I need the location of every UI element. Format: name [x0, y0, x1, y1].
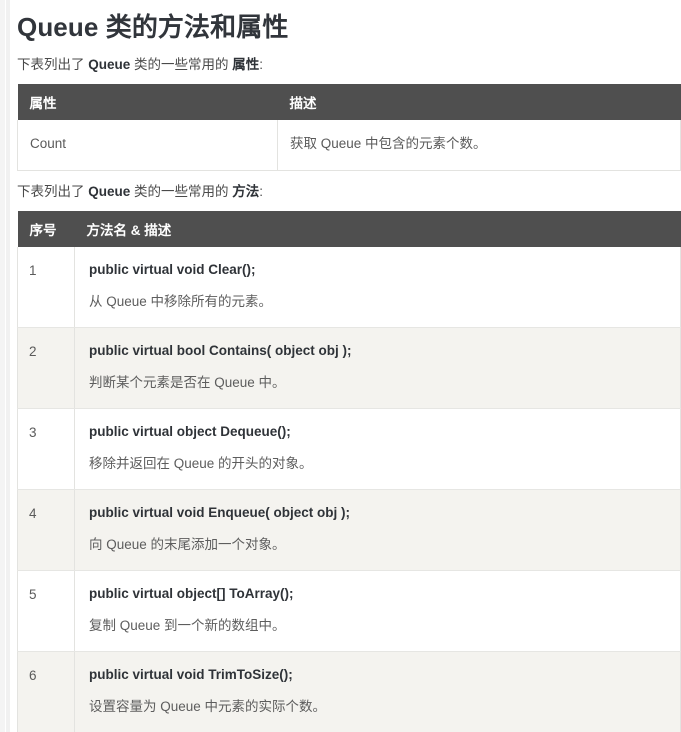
method-index-cell: 6	[17, 651, 75, 732]
methods-intro-prefix: 下表列出了	[17, 184, 89, 199]
table-row: 3 public virtual object Dequeue(); 移除并返回在 …	[17, 408, 681, 490]
property-name-cell: Count	[17, 120, 278, 171]
table-row: 2 public virtual bool Contains( object ob…	[17, 327, 681, 409]
table-row: 6 public virtual void TrimToSize(); 设置容量为 …	[17, 651, 681, 732]
page-gutter-line	[6, 0, 10, 732]
method-detail-cell: public virtual object Dequeue(); 移除并返回在 Q…	[74, 408, 681, 490]
method-description: 设置容量为 Queue 中元素的实际个数。	[89, 699, 327, 714]
method-detail-cell: public virtual void Clear(); 从 Queue 中移除所…	[74, 247, 681, 328]
methods-table-head: 序号 方法名 & 描述	[17, 211, 681, 247]
method-signature: public virtual void TrimToSize();	[89, 667, 293, 682]
article-content: Queue 类的方法和属性 下表列出了 Queue 类的一些常用的 属性: 属性…	[17, 0, 681, 732]
method-index-cell: 2	[17, 327, 75, 409]
method-detail-cell: public virtual void Enqueue( object obj …	[74, 489, 681, 571]
method-signature: public virtual object[] ToArray();	[89, 586, 294, 601]
page-gutter-rail	[0, 0, 5, 732]
methods-intro-middle: 类的一些常用的	[130, 184, 233, 199]
properties-intro-suffix: :	[259, 57, 264, 72]
table-row: 1 public virtual void Clear(); 从 Queue 中移除…	[17, 247, 681, 328]
methods-intro-class: Queue	[88, 184, 131, 199]
properties-table-head: 属性 描述	[17, 84, 681, 120]
properties-col-header-name: 属性	[17, 84, 278, 120]
properties-table-body: Count 获取 Queue 中包含的元素个数。	[17, 120, 681, 171]
properties-intro-kind: 属性	[232, 57, 260, 72]
method-description: 移除并返回在 Queue 的开头的对象。	[89, 456, 313, 471]
properties-table: 属性 描述 Count 获取 Queue 中包含的元素个数。	[17, 84, 681, 171]
properties-intro-prefix: 下表列出了	[17, 57, 89, 72]
properties-col-header-description: 描述	[277, 84, 681, 120]
methods-intro-text: 下表列出了 Queue 类的一些常用的 方法:	[17, 182, 681, 202]
method-signature: public virtual object Dequeue();	[89, 424, 291, 439]
method-index-cell: 3	[17, 408, 75, 490]
table-row: Count 获取 Queue 中包含的元素个数。	[17, 120, 681, 171]
method-description: 从 Queue 中移除所有的元素。	[89, 294, 273, 309]
methods-intro-kind: 方法	[232, 184, 260, 199]
properties-header-row: 属性 描述	[17, 84, 681, 120]
methods-col-header-signature: 方法名 & 描述	[74, 211, 681, 247]
table-row: 5 public virtual object[] ToArray(); 复制 Qu…	[17, 570, 681, 652]
method-detail-cell: public virtual bool Contains( object obj…	[74, 327, 681, 409]
page-root: Queue 类的方法和属性 下表列出了 Queue 类的一些常用的 属性: 属性…	[0, 0, 681, 732]
method-signature: public virtual bool Contains( object obj…	[89, 343, 352, 358]
properties-intro-class: Queue	[88, 57, 131, 72]
methods-intro-suffix: :	[259, 184, 264, 199]
method-signature: public virtual void Enqueue( object obj …	[89, 505, 351, 520]
method-detail-cell: public virtual object[] ToArray(); 复制 Que…	[74, 570, 681, 652]
properties-intro-text: 下表列出了 Queue 类的一些常用的 属性:	[17, 55, 681, 75]
method-description: 判断某个元素是否在 Queue 中。	[89, 375, 286, 390]
method-index-cell: 1	[17, 247, 75, 328]
method-description: 向 Queue 的末尾添加一个对象。	[89, 537, 286, 552]
method-index-cell: 5	[17, 570, 75, 652]
method-description: 复制 Queue 到一个新的数组中。	[89, 618, 286, 633]
methods-table-body: 1 public virtual void Clear(); 从 Queue 中移除…	[17, 247, 681, 732]
methods-table: 序号 方法名 & 描述 1 public virtual void Clear()…	[17, 211, 681, 732]
properties-intro-middle: 类的一些常用的	[130, 57, 233, 72]
property-description-cell: 获取 Queue 中包含的元素个数。	[277, 120, 681, 171]
method-index-cell: 4	[17, 489, 75, 571]
method-detail-cell: public virtual void TrimToSize(); 设置容量为 Q…	[74, 651, 681, 732]
methods-header-row: 序号 方法名 & 描述	[17, 211, 681, 247]
methods-col-header-index: 序号	[17, 211, 75, 247]
method-signature: public virtual void Clear();	[89, 262, 256, 277]
table-row: 4 public virtual void Enqueue( object obj…	[17, 489, 681, 571]
page-title: Queue 类的方法和属性	[17, 12, 289, 42]
